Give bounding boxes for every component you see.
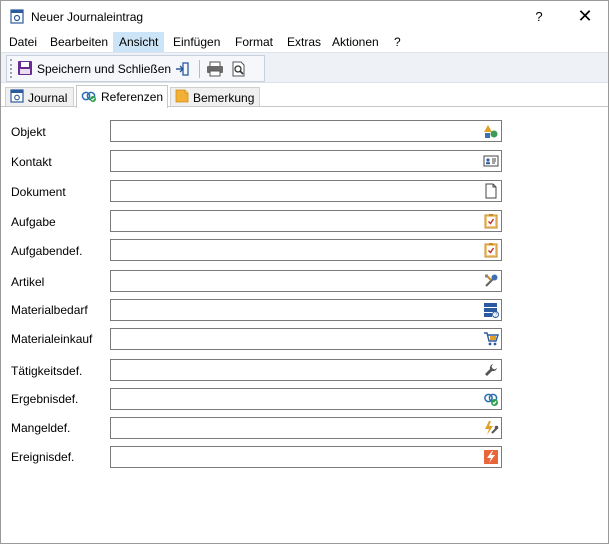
menu-ansicht[interactable]: Ansicht: [113, 32, 165, 52]
aufgabe-field: [110, 210, 502, 232]
menu-extras[interactable]: Extras: [281, 32, 327, 52]
taetigkeitsdef-field: [110, 359, 502, 381]
toolbar-separator: [199, 60, 200, 78]
artikel-field: [110, 270, 502, 292]
mangeldef-field: [110, 417, 502, 439]
references-panel: Objekt Kontakt Dokument Aufgabe Aufgaben…: [1, 107, 608, 543]
wrench-icon[interactable]: [482, 361, 500, 379]
objekt-field: [110, 120, 502, 142]
menu-einfuegen[interactable]: Einfügen: [167, 32, 226, 52]
note-icon: [175, 89, 189, 106]
article-tools-icon[interactable]: [482, 272, 500, 290]
window-title: Neuer Journaleintrag: [31, 10, 144, 24]
toolbar-grip[interactable]: [10, 59, 12, 78]
print-icon[interactable]: [205, 59, 225, 79]
exit-icon[interactable]: [172, 59, 192, 79]
dokument-field: [110, 180, 502, 202]
kontakt-field: [110, 150, 502, 172]
tab-references[interactable]: Referenzen: [76, 85, 168, 108]
materialeinkauf-label: Materialeinkauf: [11, 332, 93, 346]
ergebnisdef-field: [110, 388, 502, 410]
mangeldef-label: Mangeldef.: [11, 421, 71, 435]
task-definition-icon[interactable]: [482, 241, 500, 259]
menu-datei[interactable]: Datei: [3, 32, 43, 52]
toolbar: Speichern und Schließen: [6, 55, 265, 82]
material-demand-icon[interactable]: ?: [482, 301, 500, 319]
tab-note[interactable]: Bemerkung: [170, 87, 260, 107]
defect-icon[interactable]: [482, 419, 500, 437]
tab-journal-label: Journal: [28, 90, 68, 105]
materialeinkauf-input[interactable]: [111, 329, 477, 349]
ereignisdef-input[interactable]: [111, 447, 477, 467]
aufgabe-label: Aufgabe: [11, 215, 56, 229]
objekt-label: Objekt: [11, 125, 46, 139]
journal-entry-window: Neuer Journaleintrag ? ✕ Datei Bearbeite…: [0, 0, 609, 544]
print-preview-icon[interactable]: [229, 59, 249, 79]
references-icon: [81, 89, 97, 106]
dokument-label: Dokument: [11, 185, 66, 199]
taetigkeitsdef-input[interactable]: [111, 360, 477, 380]
mangeldef-input[interactable]: [111, 418, 477, 438]
materialeinkauf-field: [110, 328, 502, 350]
artikel-input[interactable]: [111, 271, 477, 291]
tab-references-label: Referenzen: [101, 90, 164, 104]
tab-journal[interactable]: Journal: [5, 87, 74, 107]
ereignisdef-field: [110, 446, 502, 468]
menu-format[interactable]: Format: [229, 32, 279, 52]
menu-aktionen[interactable]: Aktionen: [326, 32, 385, 52]
save-and-close-label: Speichern und Schließen: [37, 62, 172, 76]
materialbedarf-label: Materialbedarf: [11, 303, 88, 317]
task-clipboard-icon[interactable]: [482, 212, 500, 230]
svg-text:?: ?: [494, 313, 497, 319]
save-icon: [17, 60, 33, 79]
help-button[interactable]: ?: [516, 1, 562, 32]
menu-bar: Datei Bearbeiten Ansicht Einfügen Format…: [1, 32, 608, 52]
aufgabendef-input[interactable]: [111, 240, 477, 260]
kontakt-input[interactable]: [111, 151, 477, 171]
kontakt-label: Kontakt: [11, 155, 52, 169]
tab-bar: Journal Referenzen Bemerkung: [1, 85, 608, 108]
event-lightning-icon[interactable]: [482, 448, 500, 466]
aufgabe-input[interactable]: [111, 211, 477, 231]
menu-help[interactable]: ?: [388, 32, 407, 52]
aufgabendef-label: Aufgabendef.: [11, 244, 83, 258]
material-purchase-icon[interactable]: [482, 330, 500, 348]
ergebnisdef-label: Ergebnisdef.: [11, 392, 79, 406]
object-icon[interactable]: [482, 122, 500, 140]
contact-card-icon[interactable]: [482, 152, 500, 170]
close-button[interactable]: ✕: [562, 1, 608, 32]
journal-icon: [10, 89, 24, 106]
ergebnisdef-input[interactable]: [111, 389, 477, 409]
materialbedarf-field: ?: [110, 299, 502, 321]
menu-bearbeiten[interactable]: Bearbeiten: [44, 32, 114, 52]
ereignisdef-label: Ereignisdef.: [11, 450, 75, 464]
result-check-icon[interactable]: [482, 390, 500, 408]
taetigkeitsdef-label: Tätigkeitsdef.: [11, 364, 83, 378]
title-bar: Neuer Journaleintrag ? ✕: [1, 1, 608, 32]
artikel-label: Artikel: [11, 275, 45, 289]
tab-note-label: Bemerkung: [193, 90, 255, 105]
materialbedarf-input[interactable]: [111, 300, 477, 320]
objekt-input[interactable]: [111, 121, 477, 141]
app-icon: [10, 9, 24, 24]
document-icon[interactable]: [482, 182, 500, 200]
save-and-close-button[interactable]: Speichern und Schließen: [17, 58, 171, 80]
dokument-input[interactable]: [111, 181, 477, 201]
aufgabendef-field: [110, 239, 502, 261]
